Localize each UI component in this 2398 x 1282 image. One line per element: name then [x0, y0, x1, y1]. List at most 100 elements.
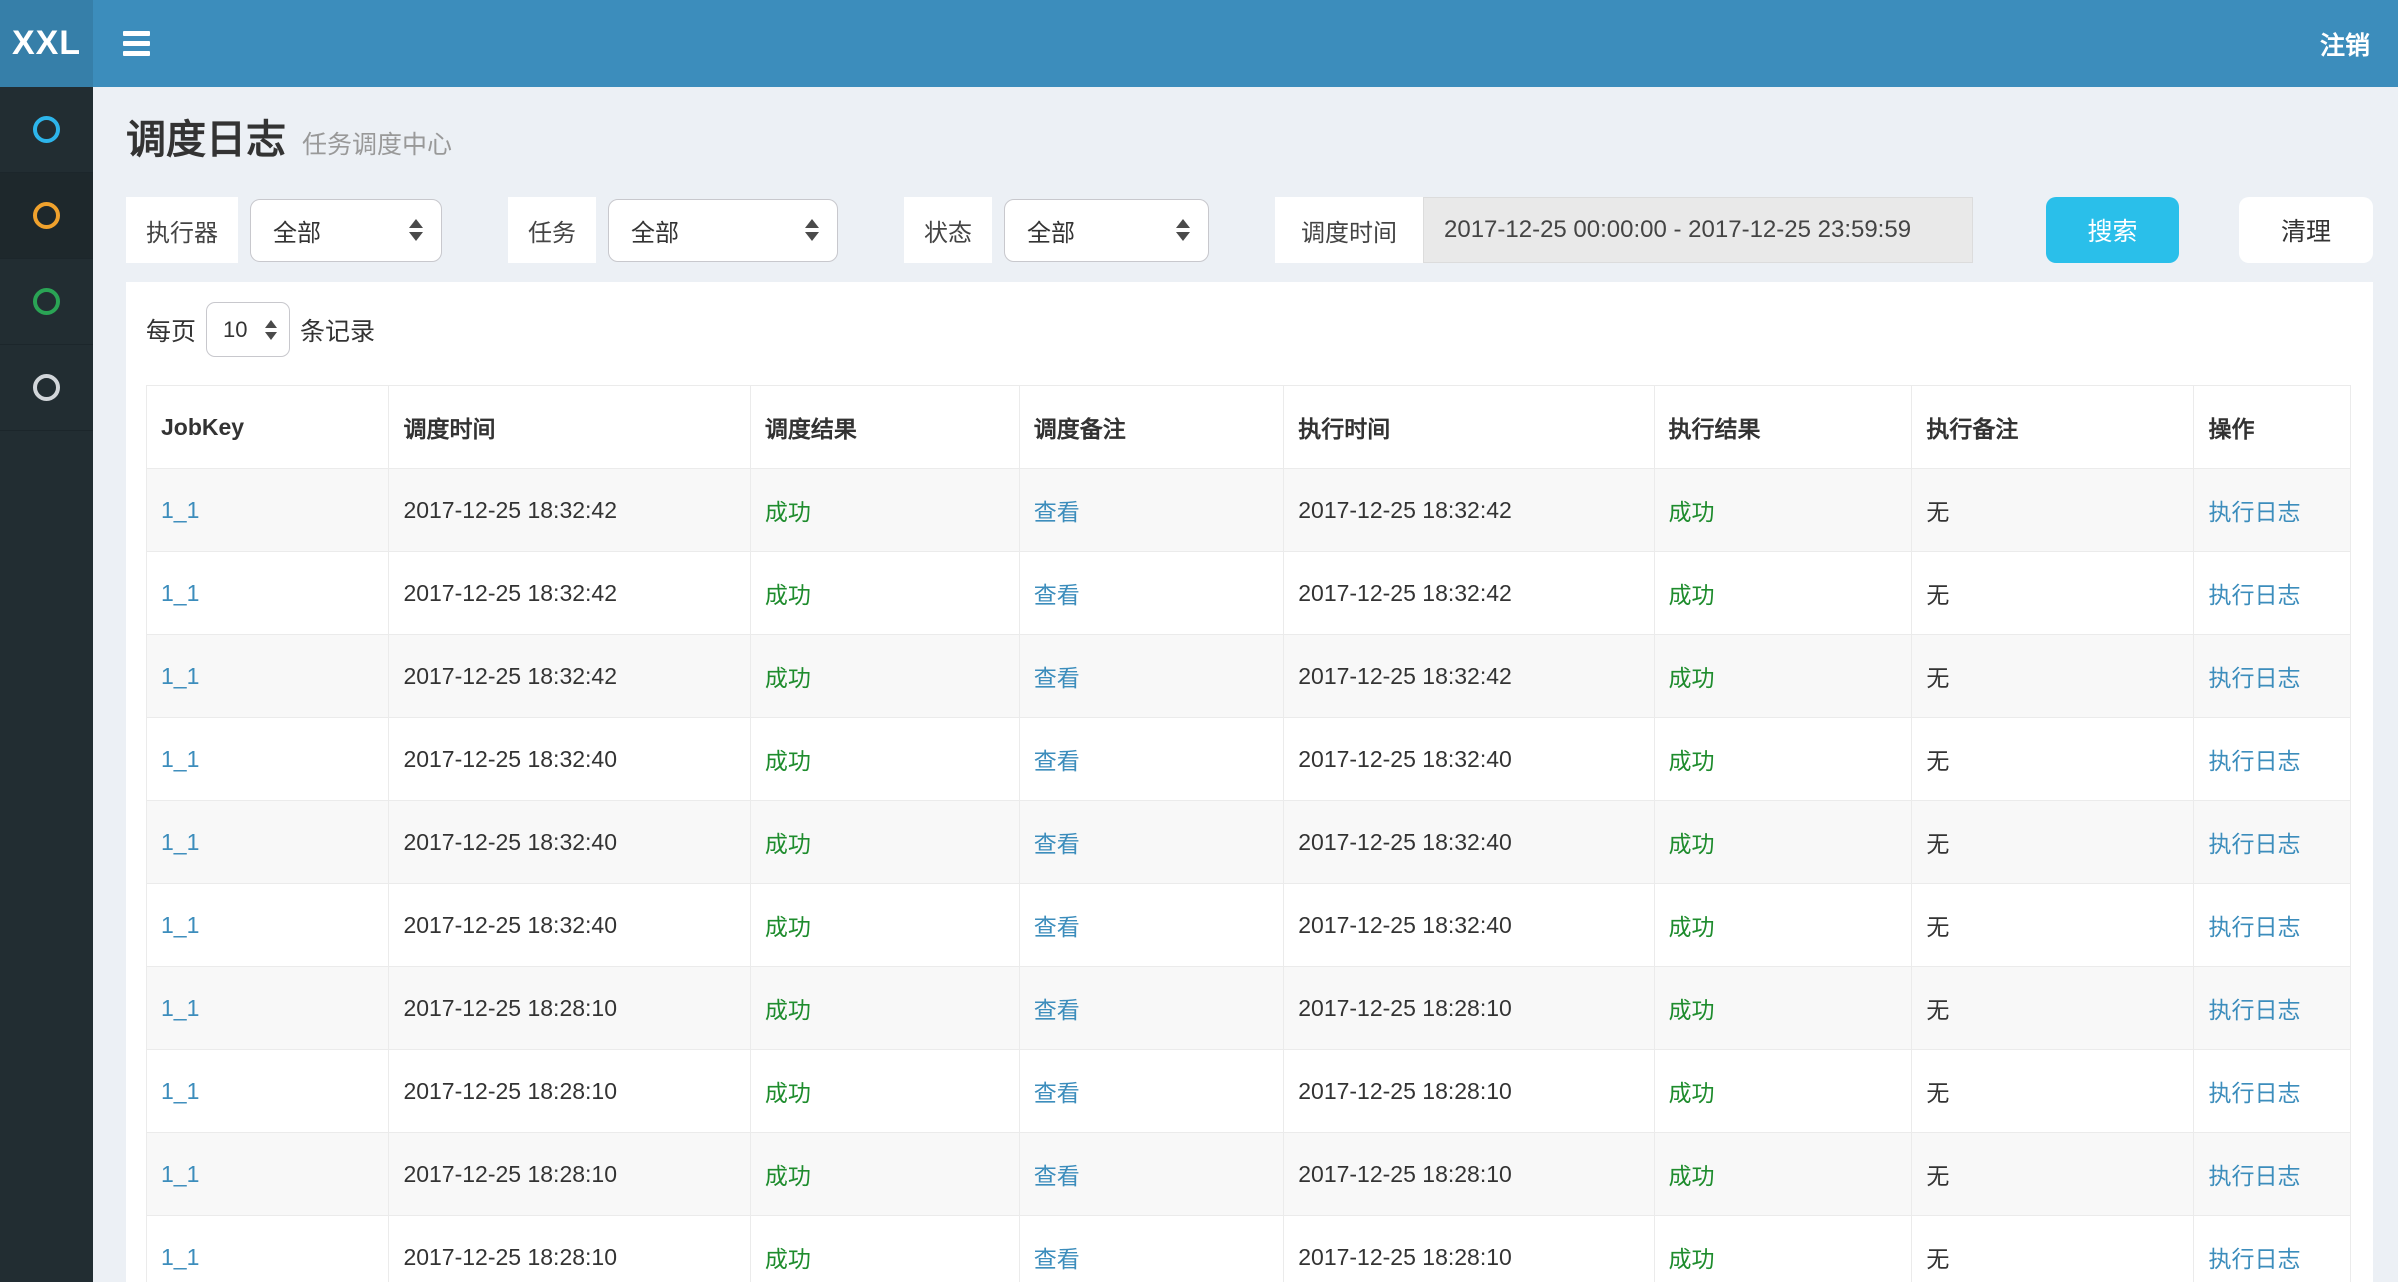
status-filter-select[interactable]: 全部 — [1004, 199, 1209, 262]
exec-log-link[interactable]: 执行日志 — [2208, 914, 2300, 940]
sched-result: 成功 — [765, 582, 811, 608]
exec-log-link[interactable]: 执行日志 — [2208, 582, 2300, 608]
table-row: 1_12017-12-25 18:28:10成功查看2017-12-25 18:… — [147, 967, 2351, 1050]
exec-remark: 无 — [1926, 831, 1949, 857]
sched-remark-link-cell: 查看 — [1019, 1216, 1283, 1282]
hamburger-icon-bar — [123, 41, 150, 46]
sched-remark-link-cell: 查看 — [1019, 1050, 1283, 1133]
job-key-link[interactable]: 1_1 — [161, 912, 199, 938]
sched-remark-link[interactable]: 查看 — [1034, 914, 1080, 940]
sched-remark-link[interactable]: 查看 — [1034, 1163, 1080, 1189]
sched-remark-link[interactable]: 查看 — [1034, 665, 1080, 691]
exec-remark: 无 — [1926, 1080, 1949, 1106]
sidebar-item-4[interactable] — [0, 345, 93, 431]
exec-time-cell: 2017-12-25 18:32:40 — [1284, 801, 1654, 884]
job-filter-select[interactable]: 全部 — [608, 199, 838, 262]
job-key-link-cell: 1_1 — [147, 884, 389, 967]
sched-result: 成功 — [765, 748, 811, 774]
exec-remark: 无 — [1926, 997, 1949, 1023]
clear-button[interactable]: 清理 — [2239, 197, 2373, 263]
job-key-link[interactable]: 1_1 — [161, 746, 199, 772]
exec-log-link[interactable]: 执行日志 — [2208, 1163, 2300, 1189]
logo[interactable]: XXL — [0, 0, 93, 87]
sched-time-cell: 2017-12-25 18:28:10 — [389, 1133, 750, 1216]
logout-link[interactable]: 注销 — [2320, 26, 2370, 62]
time-range-input[interactable] — [1423, 197, 1973, 263]
exec-result: 成功 — [1669, 748, 1715, 774]
job-key-link[interactable]: 1_1 — [161, 663, 199, 689]
column-header-0: JobKey — [147, 386, 389, 469]
sidebar-item-3[interactable] — [0, 259, 93, 345]
table-row: 1_12017-12-25 18:32:42成功查看2017-12-25 18:… — [147, 469, 2351, 552]
sched-remark-link[interactable]: 查看 — [1034, 582, 1080, 608]
job-key-link[interactable]: 1_1 — [161, 1244, 199, 1270]
sidebar-toggle-button[interactable] — [123, 31, 150, 56]
job-key-link[interactable]: 1_1 — [161, 1161, 199, 1187]
sched-result-cell: 成功 — [750, 884, 1019, 967]
exec-log-link[interactable]: 执行日志 — [2208, 997, 2300, 1023]
log-table: JobKey调度时间调度结果调度备注执行时间执行结果执行备注操作 1_12017… — [146, 385, 2351, 1282]
job-key-link[interactable]: 1_1 — [161, 497, 199, 523]
exec-time-cell: 2017-12-25 18:32:42 — [1284, 552, 1654, 635]
exec-log-link[interactable]: 执行日志 — [2208, 499, 2300, 525]
exec-log-link[interactable]: 执行日志 — [2208, 831, 2300, 857]
sched-result: 成功 — [765, 1163, 811, 1189]
sched-remark-link-cell: 查看 — [1019, 801, 1283, 884]
sched-result: 成功 — [765, 914, 811, 940]
exec-remark-cell: 无 — [1912, 801, 2194, 884]
exec-result: 成功 — [1669, 831, 1715, 857]
sched-time-cell: 2017-12-25 18:32:40 — [389, 884, 750, 967]
exec-remark: 无 — [1926, 582, 1949, 608]
exec-time-cell: 2017-12-25 18:32:40 — [1284, 718, 1654, 801]
sidebar-item-1[interactable] — [0, 87, 93, 173]
job-key-link[interactable]: 1_1 — [161, 580, 199, 606]
sched-remark-link[interactable]: 查看 — [1034, 1080, 1080, 1106]
sched-remark-link[interactable]: 查看 — [1034, 748, 1080, 774]
sched-time-cell: 2017-12-25 18:28:10 — [389, 1216, 750, 1282]
exec-log-link[interactable]: 执行日志 — [2208, 1080, 2300, 1106]
exec-log-link-cell: 执行日志 — [2194, 884, 2351, 967]
sched-remark-link[interactable]: 查看 — [1034, 1246, 1080, 1272]
select-arrows-icon — [409, 219, 423, 241]
page-size-value: 10 — [223, 317, 255, 343]
job-key-link-cell: 1_1 — [147, 1133, 389, 1216]
sched-result-cell: 成功 — [750, 635, 1019, 718]
log-table-body: 1_12017-12-25 18:32:42成功查看2017-12-25 18:… — [147, 469, 2351, 1282]
sidebar-item-2[interactable] — [0, 173, 93, 259]
sched-time: 2017-12-25 18:32:40 — [403, 746, 617, 772]
page-size-prefix: 每页 — [146, 312, 196, 348]
sched-remark-link-cell: 查看 — [1019, 469, 1283, 552]
sched-remark-link[interactable]: 查看 — [1034, 499, 1080, 525]
job-key-link-cell: 1_1 — [147, 1216, 389, 1282]
search-button[interactable]: 搜索 — [2046, 197, 2179, 263]
exec-log-link[interactable]: 执行日志 — [2208, 748, 2300, 774]
exec-log-link[interactable]: 执行日志 — [2208, 665, 2300, 691]
exec-log-link[interactable]: 执行日志 — [2208, 1246, 2300, 1272]
exec-result-cell: 成功 — [1654, 967, 1912, 1050]
exec-log-link-cell: 执行日志 — [2194, 469, 2351, 552]
job-filter-value: 全部 — [631, 213, 789, 248]
status-filter-group: 状态 全部 — [904, 197, 1209, 263]
sched-remark-link[interactable]: 查看 — [1034, 831, 1080, 857]
page-size-select[interactable]: 10 — [206, 302, 290, 357]
job-key-link[interactable]: 1_1 — [161, 829, 199, 855]
job-key-link[interactable]: 1_1 — [161, 1078, 199, 1104]
sched-remark-link[interactable]: 查看 — [1034, 997, 1080, 1023]
sched-result-cell: 成功 — [750, 718, 1019, 801]
job-key-link[interactable]: 1_1 — [161, 995, 199, 1021]
exec-time: 2017-12-25 18:32:40 — [1298, 746, 1512, 772]
exec-remark-cell: 无 — [1912, 552, 2194, 635]
exec-time: 2017-12-25 18:32:42 — [1298, 580, 1512, 606]
exec-result: 成功 — [1669, 1163, 1715, 1189]
exec-log-link-cell: 执行日志 — [2194, 718, 2351, 801]
sched-time: 2017-12-25 18:28:10 — [403, 1244, 617, 1270]
exec-result: 成功 — [1669, 997, 1715, 1023]
table-row: 1_12017-12-25 18:28:10成功查看2017-12-25 18:… — [147, 1216, 2351, 1282]
table-row: 1_12017-12-25 18:32:42成功查看2017-12-25 18:… — [147, 552, 2351, 635]
exec-time: 2017-12-25 18:32:42 — [1298, 663, 1512, 689]
sched-remark-link-cell: 查看 — [1019, 1133, 1283, 1216]
sched-result: 成功 — [765, 499, 811, 525]
executor-filter-select[interactable]: 全部 — [250, 199, 442, 262]
exec-result: 成功 — [1669, 582, 1715, 608]
sched-result-cell: 成功 — [750, 967, 1019, 1050]
